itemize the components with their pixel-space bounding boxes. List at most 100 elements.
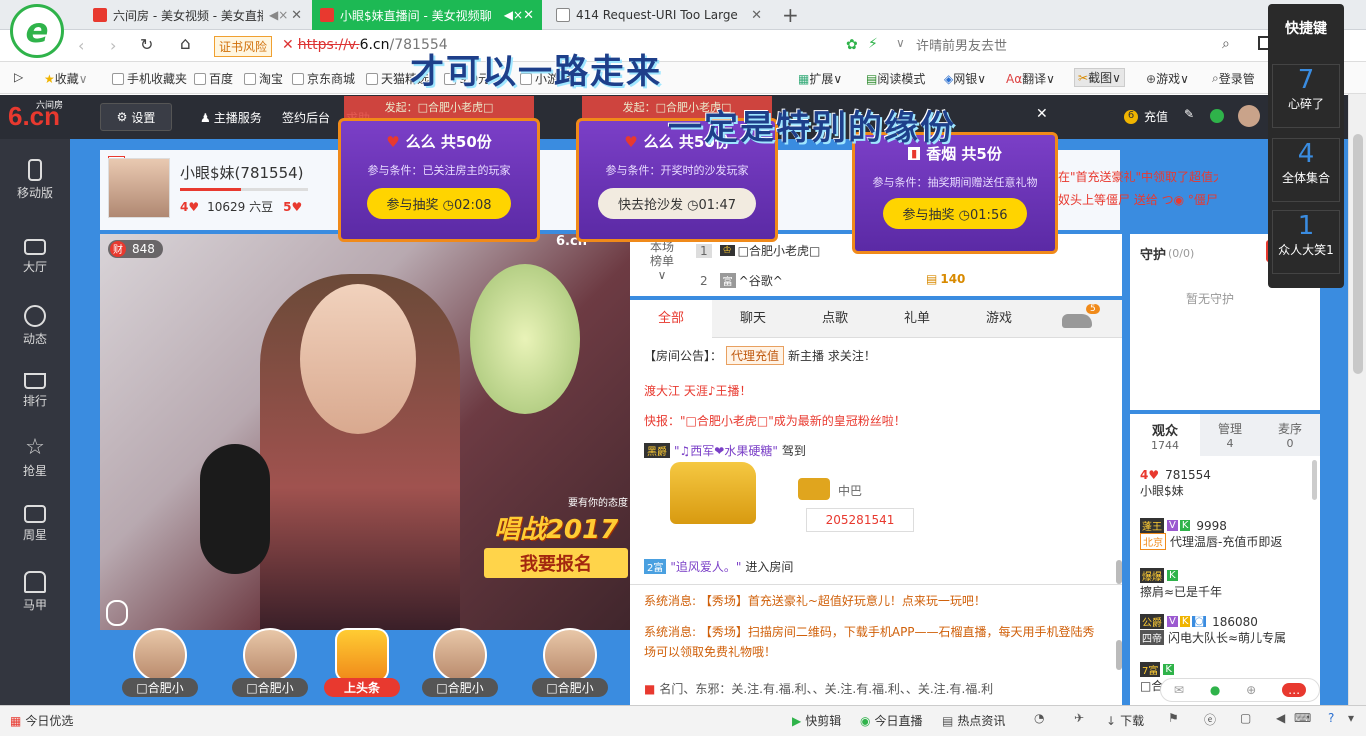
status-news[interactable]: ▤ 热点资讯	[942, 712, 1005, 729]
help-icon[interactable]: ?	[1328, 711, 1334, 725]
tab-song[interactable]: 点歌	[794, 300, 876, 338]
toolbar-translate[interactable]: Aα 翻译 ∨	[1006, 70, 1055, 87]
headline-button[interactable]: 上头条	[324, 628, 400, 697]
audience-item[interactable]: 4 ♥ 781554 小眼$妹	[1140, 468, 1211, 499]
tab-all[interactable]: 全部	[630, 300, 712, 338]
bookmark-item[interactable]: 京东商城	[292, 70, 355, 87]
keyboard-icon[interactable]: ⌨	[1294, 711, 1311, 725]
chat-scrollbar[interactable]	[1116, 560, 1122, 584]
hotkey-item[interactable]: 7 心碎了	[1272, 64, 1340, 128]
tab-audience[interactable]: 观众 1744	[1130, 414, 1200, 456]
close-tab-icon[interactable]: ✕	[523, 8, 534, 23]
system-scrollbar[interactable]	[1116, 640, 1122, 670]
sidebar-item-feed[interactable]: 动态	[0, 305, 70, 347]
forward-icon[interactable]: ›	[110, 36, 116, 55]
security-shield-icon[interactable]: ✿	[846, 37, 858, 53]
cert-warning[interactable]: 证书风险	[214, 36, 273, 57]
page-scrollbar[interactable]	[1348, 94, 1366, 705]
join-lottery-button[interactable]: 参与抽奖 ◷01:56	[882, 198, 1028, 229]
status-quick-edit[interactable]: ▶ 快剪辑	[792, 712, 841, 729]
toolbar-bank[interactable]: ◈ 网银 ∨	[944, 70, 986, 87]
chat-bubble-icon[interactable]: …	[1282, 683, 1307, 697]
home-icon[interactable]: ⌂	[180, 34, 191, 54]
bookmark-item[interactable]: 淘宝	[244, 70, 283, 87]
check-icon[interactable]: ●	[1210, 683, 1220, 697]
refresh-icon[interactable]: ↻	[140, 35, 153, 54]
toolbar-read-mode[interactable]: ▤ 阅读模式	[866, 70, 925, 87]
host-name[interactable]: 小眼$妹(781554)	[180, 162, 304, 183]
tab-games[interactable]: 游戏	[958, 300, 1040, 338]
bookmark-item[interactable]: 百度	[194, 70, 233, 87]
recharge-link[interactable]: 6 充值	[1124, 108, 1168, 125]
user-avatar[interactable]	[1238, 105, 1260, 127]
toolbar-login[interactable]: ⌕ 登录管	[1212, 70, 1255, 87]
close-tab-icon[interactable]: ✕	[751, 8, 762, 23]
audience-scrollbar[interactable]	[1312, 460, 1317, 500]
back-icon[interactable]: ‹	[78, 36, 84, 55]
tab-mic-order[interactable]: 麦序 0	[1260, 414, 1320, 456]
ie-icon[interactable]: ⓔ	[1204, 711, 1216, 728]
edit-icon[interactable]: ✎	[1184, 107, 1194, 121]
audience-item[interactable]: 公爵 V K ◙ 186080 四帝 闪电大队长≈萌儿专属	[1140, 614, 1286, 646]
dropdown-icon[interactable]: ∨	[896, 36, 905, 50]
audience-item[interactable]: 爆爆 K 擦肩≈已是千年	[1140, 568, 1222, 600]
close-icon[interactable]: ✕	[1036, 106, 1048, 122]
anchor-service-link[interactable]: ♟ 主播服务	[200, 109, 262, 126]
sidebar-item-rank[interactable]: 排行	[0, 373, 70, 409]
video-player[interactable]: 财 848 6.cn 要有你的态度 唱战2017 我要报名	[100, 234, 630, 630]
toolbar-screenshot[interactable]: ✂ 截图 ∨	[1074, 68, 1125, 87]
flag-icon[interactable]: ⚑	[1168, 711, 1179, 725]
speed-icon[interactable]: ⚡	[868, 36, 878, 52]
gift-item[interactable]: □合肥小	[422, 628, 498, 697]
hotkey-item[interactable]: 4 全体集合	[1272, 138, 1340, 202]
search-input[interactable]	[916, 34, 1246, 58]
chevron-down-icon[interactable]: ∨	[650, 268, 674, 282]
hotkey-item[interactable]: 1 众人大笑1	[1272, 210, 1340, 274]
event-banner[interactable]: 要有你的态度 唱战2017 我要报名	[484, 494, 628, 584]
close-tab-icon[interactable]: ✕	[291, 8, 302, 23]
window-icon[interactable]: ▢	[1240, 711, 1251, 725]
today-picks[interactable]: ▦ 今日优选	[10, 712, 73, 729]
toolbar-extension[interactable]: ▦ 扩展 ∨	[798, 70, 842, 87]
sidebar-item-grab-star[interactable]: ☆ 抢星	[0, 437, 70, 479]
sidebar-item-hall[interactable]: 大厅	[0, 239, 70, 275]
tab-error[interactable]: 414 Request-URI Too Large ✕	[548, 0, 770, 30]
mute-icon[interactable]: ◀×	[504, 8, 523, 22]
sidebar-item-mobile[interactable]: 移动版	[0, 159, 70, 201]
gift-item[interactable]: □合肥小	[232, 628, 308, 697]
speed-icon[interactable]: ◔	[1034, 711, 1044, 725]
zoom-icon[interactable]: ⊕	[1246, 683, 1256, 697]
tab-chat[interactable]: 聊天	[712, 300, 794, 338]
volume-icon[interactable]: ◀	[1276, 711, 1285, 725]
status-download[interactable]: ↓ 下载	[1106, 712, 1144, 729]
car-icon[interactable]	[1062, 314, 1092, 328]
new-tab-button[interactable]: +	[782, 3, 799, 27]
search-icon[interactable]: ⌕	[1222, 36, 1230, 52]
clean-icon[interactable]: ✈	[1074, 711, 1084, 725]
tab-admin[interactable]: 管理 4	[1200, 414, 1260, 456]
bookmarks-toggle-icon[interactable]: ▷	[14, 70, 23, 84]
bookmark-item[interactable]: 手机收藏夹	[112, 70, 187, 87]
grab-sofa-button[interactable]: 快去抢沙发 ◷01:47	[598, 188, 756, 219]
host-avatar[interactable]	[108, 158, 170, 218]
rank-row[interactable]: 1 ♔ □合肥小老虎□	[696, 242, 820, 259]
sidebar-item-vest[interactable]: 马甲	[0, 571, 70, 613]
status-today-live[interactable]: ◉ 今日直播	[860, 712, 923, 729]
mic-icon[interactable]	[106, 600, 128, 626]
mail-icon[interactable]: ✉	[1174, 683, 1184, 697]
bookmark-item[interactable]: ★ 收藏 ∨	[44, 70, 88, 87]
tab-gift-list[interactable]: 礼单	[876, 300, 958, 338]
contract-backend-link[interactable]: 签约后台	[282, 109, 330, 126]
rank-row[interactable]: 2 富 ^谷歌^	[696, 272, 783, 289]
sidebar-item-weekly-star[interactable]: 周星	[0, 505, 70, 543]
gift-item[interactable]: □合肥小	[122, 628, 198, 697]
mute-icon[interactable]: ◀×	[269, 8, 288, 22]
toolbar-games[interactable]: ⊕ 游戏 ∨	[1146, 70, 1189, 87]
audience-item[interactable]: 蓬王 V K 9998 北京 代理温唇-充值币即返	[1140, 518, 1282, 550]
gift-item[interactable]: □合肥小	[532, 628, 608, 697]
zoom-icon[interactable]: ▾	[1348, 711, 1354, 725]
settings-button[interactable]: ⚙ 设置	[100, 103, 172, 131]
tab-home[interactable]: 六间房 - 美女视频 - 美女直播 ◀× ✕	[85, 0, 310, 30]
tab-active-live[interactable]: 小眼$妹直播间 - 美女视频聊 ◀× ✕	[312, 0, 542, 30]
join-lottery-button[interactable]: 参与抽奖 ◷02:08	[366, 188, 512, 219]
